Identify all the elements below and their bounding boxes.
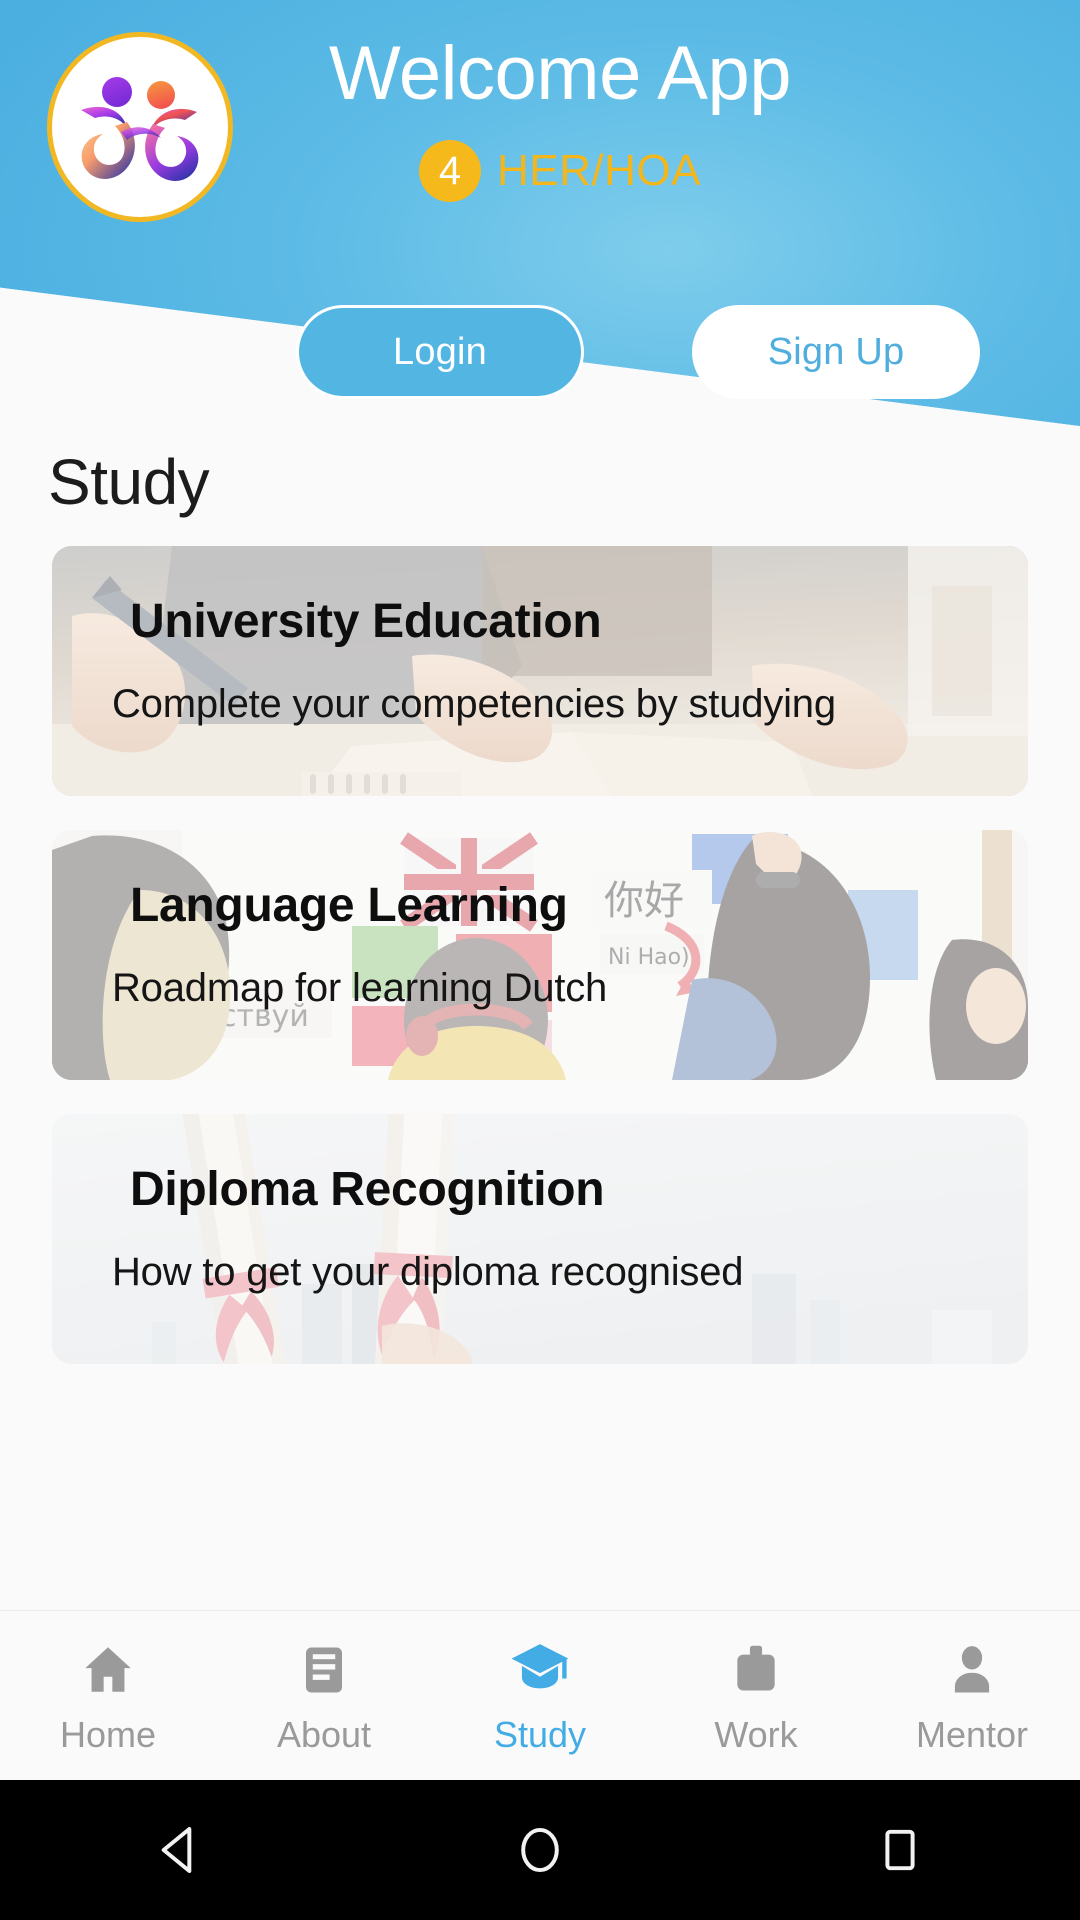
nav-item-mentor[interactable]: Mentor bbox=[864, 1611, 1080, 1781]
nav-item-study[interactable]: Study bbox=[432, 1611, 648, 1781]
nav-label: Home bbox=[59, 1714, 157, 1755]
card-subtitle: Roadmap for learning Dutch bbox=[112, 966, 608, 1010]
recents-button[interactable] bbox=[830, 1780, 970, 1920]
notification-badge: 4 bbox=[419, 140, 481, 202]
org-label: HER/HOA bbox=[497, 146, 701, 195]
nav-item-about[interactable]: About bbox=[216, 1611, 432, 1781]
auth-buttons: Login Sign Up bbox=[0, 305, 1080, 401]
article-icon bbox=[293, 1639, 355, 1701]
triangle-left-icon bbox=[161, 1827, 192, 1873]
nav-label: Work bbox=[714, 1714, 798, 1755]
card-subtitle: Complete your competencies by studying bbox=[112, 682, 836, 726]
home-icon bbox=[77, 1639, 139, 1701]
card-title: Language Learning bbox=[130, 879, 568, 932]
card-title: University Education bbox=[130, 595, 602, 648]
study-card-university-education[interactable]: University Education Complete your compe… bbox=[52, 546, 1028, 796]
home-button[interactable] bbox=[470, 1780, 610, 1920]
graduation-cap-icon bbox=[509, 1639, 571, 1701]
badge-row: 4 HER/HOA bbox=[260, 140, 860, 202]
android-system-navigation-bar bbox=[0, 1780, 1080, 1920]
main-content: Study University Education Complete your… bbox=[0, 430, 1080, 1610]
app-root: Welcome App 4 HER/HOA Login Sign Up Stud… bbox=[0, 0, 1080, 1920]
card-text-block: Diploma Recognition How to get your dipl… bbox=[52, 1114, 1028, 1364]
bottom-navigation: Home About Study Work Mentor bbox=[0, 1610, 1080, 1781]
study-card-language-learning[interactable]: 你好 Ni Hao) ствуй bbox=[52, 830, 1028, 1080]
card-subtitle: How to get your diploma recognised bbox=[112, 1250, 744, 1294]
square-icon bbox=[885, 1829, 915, 1871]
nav-label: Mentor bbox=[915, 1714, 1029, 1755]
page-title: Welcome App bbox=[328, 31, 792, 116]
nav-item-home[interactable]: Home bbox=[0, 1611, 216, 1781]
study-card-diploma-recognition[interactable]: Diploma Recognition How to get your dipl… bbox=[52, 1114, 1028, 1364]
briefcase-icon bbox=[725, 1639, 787, 1701]
nav-label: About bbox=[276, 1714, 372, 1755]
person-icon bbox=[941, 1639, 1003, 1701]
two-figures-logo-icon bbox=[81, 77, 199, 181]
signup-button[interactable]: Sign Up bbox=[692, 305, 980, 399]
circle-icon bbox=[521, 1827, 559, 1873]
card-title: Diploma Recognition bbox=[130, 1163, 605, 1216]
card-text-block: University Education Complete your compe… bbox=[52, 546, 1028, 796]
app-header: Welcome App 4 HER/HOA Login Sign Up bbox=[0, 0, 1080, 430]
nav-item-work[interactable]: Work bbox=[648, 1611, 864, 1781]
back-button[interactable] bbox=[110, 1780, 250, 1920]
login-button[interactable]: Login bbox=[296, 305, 584, 399]
app-logo bbox=[47, 32, 233, 222]
card-text-block: Language Learning Roadmap for learning D… bbox=[52, 830, 1028, 1080]
nav-label: Study bbox=[493, 1714, 587, 1755]
section-heading: Study bbox=[48, 446, 210, 518]
